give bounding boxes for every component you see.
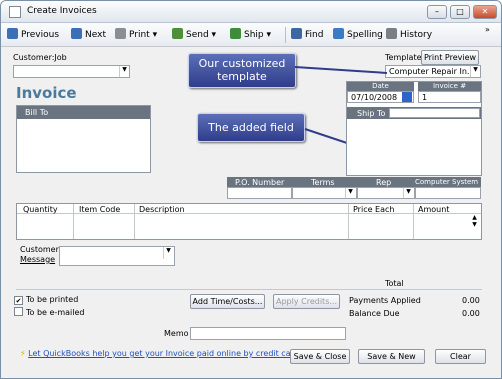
find-label: Find [305,30,324,40]
template-label: Template [385,53,422,62]
customer-job-dropdown-icon[interactable]: ▼ [119,66,129,77]
ship-to-address[interactable] [347,119,481,175]
template-callout: Our customized template [188,53,296,88]
previous-button[interactable]: Previous [7,28,59,40]
checkbox-checked-icon: ✔ [14,296,23,305]
computer-system-field[interactable] [415,187,481,199]
date-label: Date [347,82,414,91]
memo-label: Memo [164,329,189,338]
toolbar-overflow-icon[interactable]: » [485,25,490,34]
column-quantity: Quantity [23,205,58,214]
ship-to-label: Ship To [357,109,386,118]
invoice-no-label: Invoice # [418,82,481,91]
save-new-button[interactable]: Save & New [358,349,425,364]
add-time-costs-button[interactable]: Add Time/Costs... [190,294,265,309]
balance-due-value: 0.00 [462,309,480,318]
history-icon [386,28,397,39]
spelling-icon [333,28,344,39]
send-button[interactable]: Send ▾ [172,28,216,40]
history-button[interactable]: History [386,28,432,40]
toolbar: Previous Next Print ▾ Send ▾ Ship ▾ Find… [1,23,501,47]
lightning-icon: ⚡ [20,349,26,358]
find-icon [291,28,302,39]
total-label: Total [385,279,404,288]
balance-due-label: Balance Due [349,309,400,318]
checkbox-unchecked-icon [14,307,23,316]
grid-col-divider [134,204,135,239]
history-label: History [400,30,433,40]
help-link[interactable]: ⚡ Let QuickBooks help you get your Invoi… [20,349,301,358]
window-icon [9,6,21,18]
previous-label: Previous [21,30,60,40]
customer-job-field[interactable] [13,65,130,78]
column-amount: Amount [418,205,450,214]
bill-to-label: Bill To [17,106,150,119]
grid-scrollbar[interactable]: ▲ ▼ [469,214,480,239]
title-bar: Create Invoices – □ ✕ [1,1,501,23]
footer-divider [16,289,482,290]
print-label: Print [129,30,150,40]
terms-label: Terms [311,178,335,187]
ship-label: Ship [244,30,264,40]
template-field[interactable]: Computer Repair In... [385,65,481,78]
next-label: Next [85,30,106,40]
calendar-icon[interactable] [402,92,412,102]
printer-icon [115,28,126,39]
ship-to-select[interactable] [389,108,480,118]
clear-button[interactable]: Clear [435,349,486,364]
ship-truck-icon [230,28,241,39]
invoice-no-field[interactable]: 1 [418,91,481,103]
po-number-field[interactable] [227,187,292,199]
grid-col-divider [348,204,349,239]
memo-field[interactable] [190,327,346,340]
column-price-each: Price Each [353,205,395,214]
field-callout: The added field [197,113,305,142]
send-icon [172,28,183,39]
next-icon [71,28,82,39]
bill-to-box[interactable]: Bill To [16,105,151,173]
template-callout-arrow [294,66,388,74]
apply-credits-button[interactable]: Apply Credits... [273,294,340,309]
ship-button[interactable]: Ship ▾ [230,28,271,40]
to-be-emailed-checkbox[interactable]: To be e-mailed [14,307,84,317]
help-link-text: Let QuickBooks help you get your Invoice… [28,349,302,358]
payments-applied-label: Payments Applied [349,296,421,305]
customer-job-label: Customer:Job [13,53,67,62]
column-item-code: Item Code [79,205,121,214]
form-title: Invoice [16,84,77,102]
send-label: Send [186,30,209,40]
rep-label: Rep [376,178,392,187]
customer-message-dropdown-icon[interactable]: ▼ [163,247,173,259]
customer-message-field[interactable] [59,246,175,266]
next-button[interactable]: Next [71,28,106,40]
to-be-emailed-label: To be e-mailed [26,308,85,317]
customer-message-label-1: Customer [20,245,59,254]
template-dropdown-icon[interactable]: ▼ [470,66,480,77]
print-preview-button[interactable]: Print Preview [421,50,479,65]
po-number-label: P.O. Number [235,178,285,187]
maximize-button[interactable]: □ [450,5,470,19]
spelling-label: Spelling [347,30,383,40]
previous-icon [7,28,18,39]
to-be-printed-label: To be printed [26,295,79,304]
spelling-button[interactable]: Spelling [333,28,383,40]
customer-message-label-2: Message [20,255,56,264]
close-button[interactable]: ✕ [473,5,497,19]
print-button[interactable]: Print ▾ [115,28,157,40]
rep-dropdown-icon[interactable]: ▼ [403,188,413,198]
minimize-button[interactable]: – [427,5,447,19]
payments-applied-value: 0.00 [462,296,480,305]
window-title: Create Invoices [27,6,97,16]
grid-col-divider [413,204,414,239]
create-invoices-window: Create Invoices – □ ✕ Previous Next Prin… [0,0,502,379]
toolbar-separator [285,27,286,43]
to-be-printed-checkbox[interactable]: ✔ To be printed [14,295,78,305]
find-button[interactable]: Find [291,28,323,40]
column-description: Description [139,205,185,214]
computer-system-label: Computer System [415,178,479,186]
grid-col-divider [73,204,74,239]
save-close-button[interactable]: Save & Close [290,349,350,364]
terms-dropdown-icon[interactable]: ▼ [345,188,355,198]
